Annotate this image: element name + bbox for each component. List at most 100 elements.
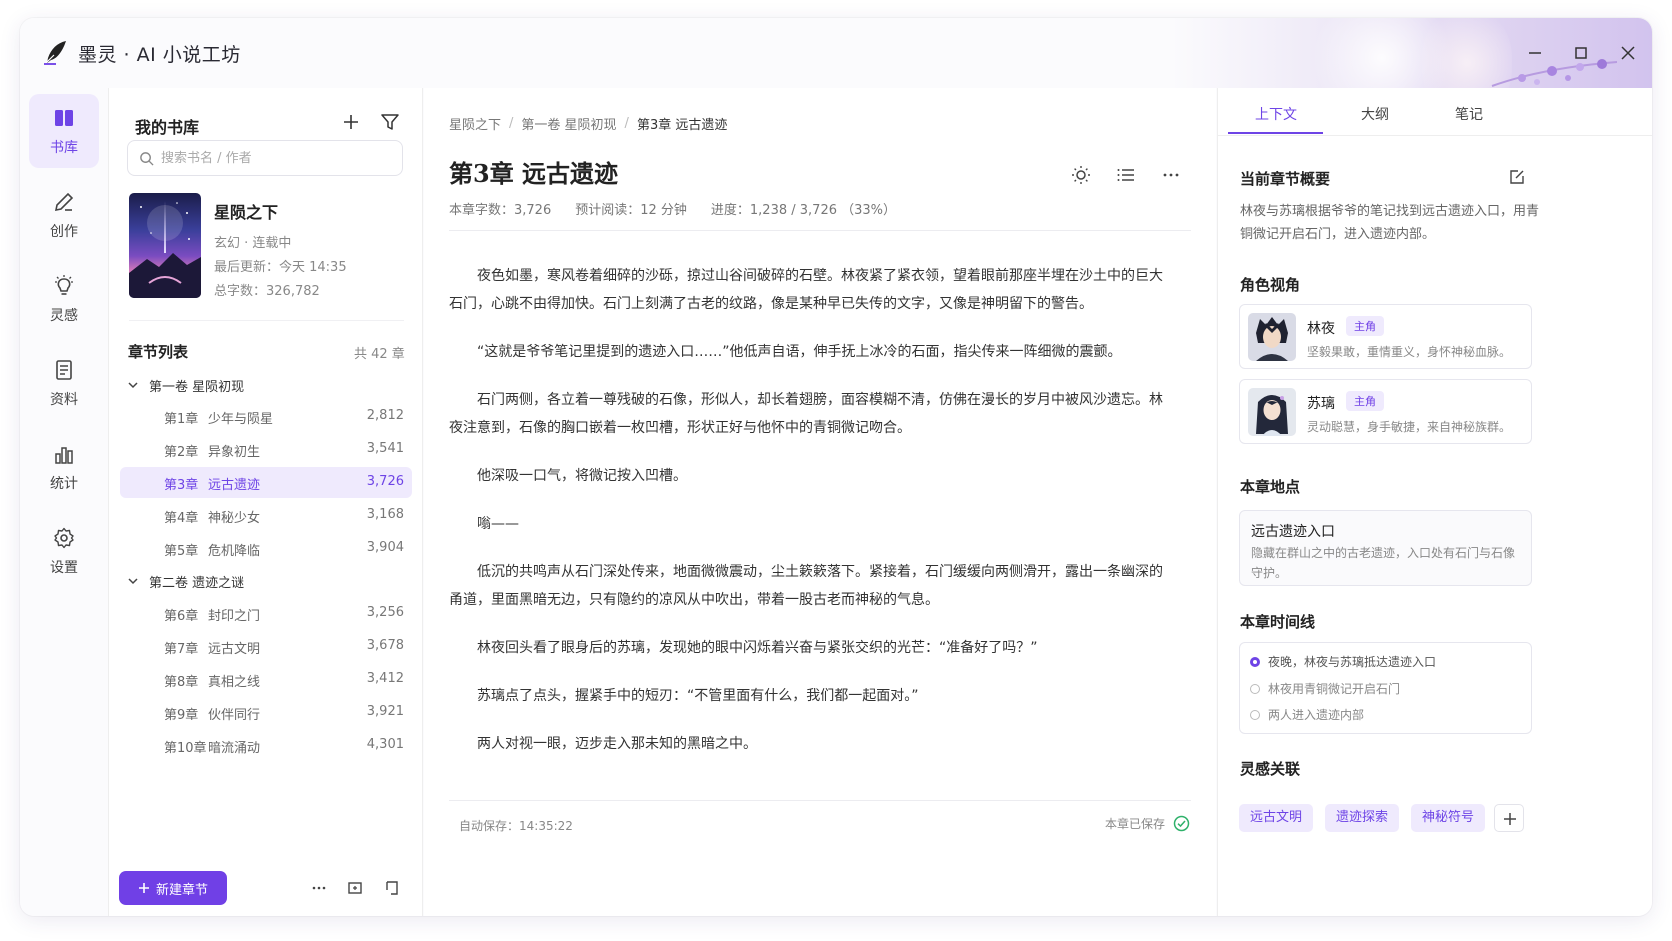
- timeline-dot: [1250, 683, 1260, 694]
- paragraph: 两人对视一眼，迈步走入那未知的黑暗之中。: [477, 736, 757, 752]
- more-icon[interactable]: [1160, 164, 1182, 186]
- chapter-text-area[interactable]: 夜色如墨，寒风卷着细碎的沙砾，掠过山谷间破碎的石壁。林夜紧了紧衣领，望着眼前那座…: [449, 262, 1169, 778]
- book-updated: 最后更新：今天 14:35: [214, 260, 347, 275]
- chapter-title[interactable]: 第3章 远古遗迹: [449, 154, 618, 189]
- location-name: 远古遗迹入口: [1251, 524, 1335, 540]
- chapter-row[interactable]: 第2章 异象初生 3,541: [120, 434, 412, 465]
- read-time: 预计阅读：12 分钟: [575, 203, 687, 218]
- edit-icon[interactable]: [1508, 168, 1526, 186]
- save-status: 本章已保存: [1105, 815, 1190, 832]
- characters-title: 角色视角: [1240, 276, 1301, 294]
- timeline-item[interactable]: 林夜用青铜微记开启石门: [1250, 680, 1400, 697]
- outline-list-icon[interactable]: [1115, 164, 1137, 186]
- app-title: 墨灵 · AI 小说工坊: [78, 44, 241, 66]
- chapter-row[interactable]: 第1章 少年与陨星 2,812: [120, 401, 412, 432]
- volume-row[interactable]: 第一卷 星陨初现: [127, 373, 407, 399]
- editor-panel: 星陨之下 / 第一卷 星陨初现 / 第3章 远古遗迹 第3章 远古遗迹 本章字数…: [424, 88, 1216, 916]
- character-card[interactable]: 苏璃 主角 灵动聪慧，身手敏捷，来自神秘族群。: [1239, 379, 1532, 444]
- book-icon: [55, 109, 73, 126]
- role-badge: 主角: [1346, 391, 1384, 411]
- check-circle-icon: [1173, 815, 1190, 832]
- app-window: 墨灵 · AI 小说工坊 书库 创作 灵感 资料 统计 设置 我的书库 搜索书名…: [20, 18, 1652, 916]
- context-tabs: 上下文 大纲 笔记: [1218, 88, 1652, 136]
- chapter-row[interactable]: 第5章 危机降临 3,904: [120, 533, 412, 564]
- summary-title: 当前章节概要: [1240, 170, 1331, 188]
- chapter-row-active[interactable]: 第3章 远古遗迹 3,726: [120, 467, 412, 498]
- tab-context[interactable]: 上下文: [1255, 104, 1297, 124]
- breadcrumb-book[interactable]: 星陨之下: [449, 114, 501, 133]
- rail-item-materials[interactable]: 资料: [29, 346, 99, 420]
- chapter-row[interactable]: 第6章 封印之门 3,256: [120, 598, 412, 629]
- inspiration-tag[interactable]: 神秘符号: [1411, 804, 1486, 832]
- rail-item-create[interactable]: 创作: [29, 178, 99, 252]
- rail-item-settings[interactable]: 设置: [29, 514, 99, 588]
- tab-outline[interactable]: 大纲: [1361, 104, 1389, 124]
- minimize-icon[interactable]: [1522, 40, 1548, 66]
- chapter-row[interactable]: 第7章 远古文明 3,678: [120, 631, 412, 662]
- location-card[interactable]: 远古遗迹入口 隐藏在群山之中的古老遗迹，入口处有石门与石像守护。: [1239, 510, 1532, 586]
- divider: [449, 800, 1191, 801]
- chapter-row[interactable]: 第8章 真相之线 3,412: [120, 664, 412, 695]
- book-search: [127, 140, 403, 176]
- paragraph: “这就是爷爷笔记里提到的遗迹入口……”他低声自语，伸手抚上冰冷的石面，指尖传来一…: [477, 344, 1122, 360]
- lightbulb-icon: [55, 274, 73, 295]
- inspiration-tag[interactable]: 远古文明: [1239, 804, 1314, 832]
- timeline-item[interactable]: 夜晚，林夜与苏璃抵达遗迹入口: [1250, 653, 1436, 670]
- book-word-count: 总字数：326,782: [214, 284, 320, 299]
- inspiration-title: 灵感关联: [1240, 760, 1301, 778]
- rail-item-library[interactable]: 书库: [29, 94, 99, 168]
- chapter-count: 共 42 章: [354, 347, 405, 362]
- book-search-input[interactable]: [161, 147, 391, 169]
- location-title: 本章地点: [1240, 478, 1301, 496]
- more-icon[interactable]: [309, 878, 329, 898]
- filter-icon[interactable]: [379, 111, 401, 133]
- theme-toggle-icon[interactable]: [1070, 164, 1092, 186]
- chevron-down-icon: [128, 578, 138, 585]
- volume-row[interactable]: 第二卷 遗迹之谜: [127, 569, 407, 595]
- timeline-title: 本章时间线: [1240, 613, 1316, 631]
- character-card[interactable]: 林夜 主角 坚毅果敢，重情重义，身怀神秘血脉。: [1239, 304, 1532, 369]
- rail-item-stats[interactable]: 统计: [29, 430, 99, 504]
- divider: [129, 320, 404, 321]
- tab-notes[interactable]: 笔记: [1455, 104, 1483, 124]
- maximize-icon[interactable]: [1568, 40, 1594, 66]
- divider: [449, 230, 1191, 231]
- export-icon[interactable]: [382, 878, 402, 898]
- character-name: 苏璃: [1307, 396, 1335, 412]
- breadcrumb-volume[interactable]: 第一卷 星陨初现: [521, 114, 616, 133]
- chapter-row[interactable]: 第4章 神秘少女 3,168: [120, 500, 412, 531]
- character-name: 林夜: [1307, 321, 1335, 337]
- add-book-icon[interactable]: [340, 111, 362, 133]
- search-icon: [140, 152, 154, 166]
- rail-item-inspiration[interactable]: 灵感: [29, 262, 99, 336]
- character-avatar: [1248, 388, 1296, 436]
- breadcrumb-chapter: 第3章 远古遗迹: [636, 118, 728, 133]
- location-desc: 隐藏在群山之中的古老遗迹，入口处有石门与石像守护。: [1251, 546, 1516, 580]
- collapse-icon[interactable]: [345, 878, 365, 898]
- close-icon[interactable]: [1615, 40, 1641, 66]
- paragraph: 石门两侧，各立着一尊残破的石像，形似人，却长着翅膀，面容模糊不清，仿佛在漫长的岁…: [449, 392, 1163, 436]
- plus-icon: [138, 883, 149, 893]
- timeline-dot: [1250, 709, 1260, 720]
- add-tag-button[interactable]: [1494, 804, 1524, 832]
- character-desc: 坚毅果敢，重情重义，身怀神秘血脉。: [1307, 345, 1512, 359]
- timeline-card: 夜晚，林夜与苏璃抵达遗迹入口 林夜用青铜微记开启石门 两人进入遗迹内部: [1239, 642, 1532, 734]
- chapter-row[interactable]: 第9章 伙伴同行 3,921: [120, 697, 412, 728]
- timeline-dot-active: [1250, 656, 1260, 667]
- book-card[interactable]: 星陨之下 玄幻 · 连载中 最后更新：今天 14:35 总字数：326,782: [129, 193, 405, 305]
- chapter-list-title: 章节列表: [128, 343, 189, 361]
- paragraph: 林夜回头看了眼身后的苏璃，发现她的眼中闪烁着兴奋与紧张交织的光芒：“准备好了吗？…: [477, 640, 1038, 656]
- character-avatar: [1248, 313, 1296, 361]
- new-chapter-button[interactable]: 新建章节: [119, 871, 227, 905]
- active-tab-indicator: [1228, 132, 1323, 134]
- plus-icon: [1504, 813, 1516, 825]
- book-genre: 玄幻 · 连载中: [214, 236, 292, 251]
- word-count: 本章字数：3,726: [449, 203, 552, 218]
- timeline-item[interactable]: 两人进入遗迹内部: [1250, 706, 1364, 723]
- chapter-stats: 本章字数：3,726 预计阅读：12 分钟 进度：1,238 / 3,726 （…: [449, 199, 896, 218]
- inspiration-tag[interactable]: 遗迹探索: [1325, 804, 1400, 832]
- quill-logo-icon: [44, 41, 66, 65]
- paragraph: 嗡——: [477, 516, 519, 532]
- chapter-row[interactable]: 第10章 暗流涌动 4,301: [120, 730, 412, 761]
- library-footer: 新建章节: [119, 868, 414, 908]
